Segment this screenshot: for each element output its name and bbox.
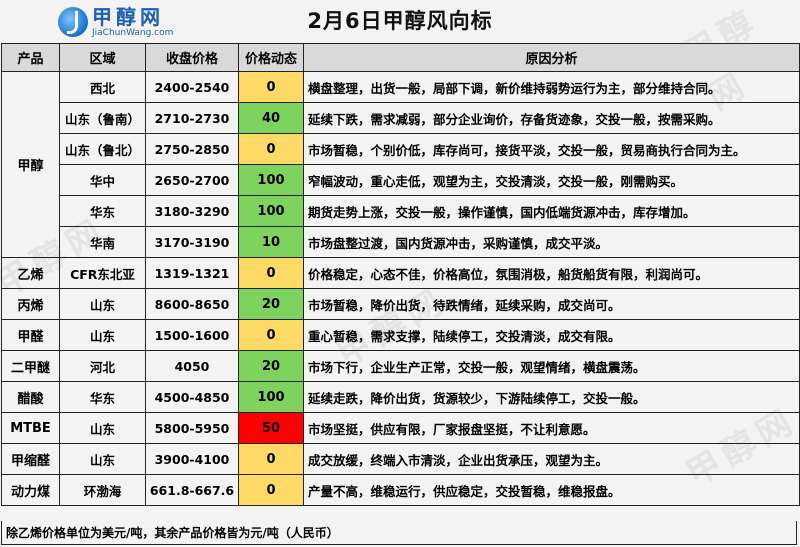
reason-cell: 价格稳定，心态不佳，价格高位，氛围消极，船货船货有限，利润尚可。 <box>303 257 800 289</box>
reason-cell: 市场坚挺，供应有限，厂家报盘坚挺，不让利意愿。 <box>303 412 800 444</box>
table-row: 丙烯 山东 8600-8650 20 市场暂稳，降价出货，待跌情绪，延续采购，成交尚可。 <box>1 288 800 320</box>
price-cell: 3900-4100 <box>145 443 239 475</box>
page-title: 2月6日甲醇风向标 <box>307 9 493 33</box>
table-row: 甲醇 西北 2400-2540 0 横盘整理，出货一般，局部下调，新价维持弱势运行为主，… <box>1 71 800 258</box>
region-cell: CFR东北亚 <box>59 257 146 289</box>
table-row: 甲醛 山东 1500-1600 0 重心暂稳，需求支撑，陆续停工，交投清淡，成交有限。 <box>1 319 800 351</box>
header-region: 区域 <box>59 43 146 72</box>
change-cell: 50 <box>238 412 304 444</box>
product-cell: 动力煤 <box>1 474 60 506</box>
table-row: 山东（鲁南） 2710-2730 40 延续下跌，需求减弱，部分企业询价，存备货迹象，… <box>2 102 800 134</box>
product-cell: 甲醛 <box>1 319 60 351</box>
price-cell: 2750-2850 <box>145 133 239 165</box>
table-row: 甲缩醛 山东 3900-4100 0 成交放缓，终端入市清淡，企业出货承压，观望为主。 <box>1 443 800 475</box>
change-cell: 100 <box>238 381 304 413</box>
region-cell: 山东 <box>59 443 146 475</box>
table-row: 华中 2650-2700 100 窄幅波动，重心走低，观望为主，交投清淡，交投一般，刚… <box>2 164 800 196</box>
price-cell: 1319-1321 <box>145 257 239 289</box>
product-cell: 丙烯 <box>1 288 60 320</box>
reason-cell: 成交放缓，终端入市清淡，企业出货承压，观望为主。 <box>303 443 800 475</box>
region-cell: 山东 <box>59 412 146 444</box>
region-cell: 山东（鲁北） <box>59 133 146 165</box>
change-cell: 0 <box>238 319 304 351</box>
region-cell: 华中 <box>59 164 146 196</box>
price-cell: 8600-8650 <box>145 288 239 320</box>
change-cell: 100 <box>238 195 304 227</box>
product-cell: 二甲醚 <box>1 350 60 382</box>
change-cell: 20 <box>238 350 304 382</box>
header-product: 产品 <box>1 43 60 72</box>
price-cell: 5800-5950 <box>145 412 239 444</box>
footer-note: 除乙烯价格单位为美元/吨，其余产品价格皆为元/吨（人民币） <box>1 521 797 545</box>
price-cell: 661.8-667.6 <box>145 474 239 506</box>
region-cell: 山东 <box>59 288 146 320</box>
table-row: 动力煤 环渤海 661.8-667.6 0 产量不高，维稳运行，供应稳定，交投暂稳，维稳… <box>1 474 800 506</box>
region-cell: 华南 <box>59 226 146 258</box>
price-cell: 3180-3290 <box>145 195 239 227</box>
price-cell: 2400-2540 <box>145 71 239 103</box>
reason-cell: 市场下行，企业生产正常，交投一般，观望情绪，横盘震荡。 <box>303 350 800 382</box>
table-row: 二甲醚 河北 4050 20 市场下行，企业生产正常，交投一般，观望情绪，横盘震荡。 <box>1 350 800 382</box>
region-cell: 华东 <box>59 195 146 227</box>
table-row: MTBE 山东 5800-5950 50 市场坚挺，供应有限，厂家报盘坚挺，不让利意愿。 <box>1 412 800 444</box>
header-change: 价格动态 <box>238 43 304 72</box>
region-cell: 西北 <box>59 71 146 103</box>
header-price: 收盘价格 <box>145 43 239 72</box>
table-body: 甲醇 西北 2400-2540 0 横盘整理，出货一般，局部下调，新价维持弱势运行为主，… <box>1 71 800 506</box>
product-cell: 乙烯 <box>1 257 60 289</box>
header-reason: 原因分析 <box>303 43 800 72</box>
price-cell: 2710-2730 <box>145 102 239 134</box>
table-row: 山东（鲁北） 2750-2850 0 市场暂稳，个别价低，库存尚可，接货平淡，交投一般… <box>2 133 800 165</box>
change-cell: 10 <box>238 226 304 258</box>
change-cell: 40 <box>238 102 304 134</box>
reason-cell: 期货走势上涨，交投一般，操作谨慎，国内低端货源冲击，库存增加。 <box>303 195 800 227</box>
change-cell: 0 <box>238 474 304 506</box>
reason-cell: 窄幅波动，重心走低，观望为主，交投清淡，交投一般，刚需购买。 <box>303 164 800 196</box>
price-cell: 2650-2700 <box>145 164 239 196</box>
table-row: 乙烯 CFR东北亚 1319-1321 0 价格稳定，心态不佳，价格高位，氛围消极，船货… <box>1 257 800 289</box>
product-cell: 醋酸 <box>1 381 60 413</box>
table-row: 华南 3170-3190 10 市场盘整过渡，国内货源冲击，采购谨慎，成交平淡。 <box>2 226 800 258</box>
change-cell: 0 <box>238 257 304 289</box>
table-header-row: 产品 区域 收盘价格 价格动态 原因分析 <box>1 43 800 72</box>
table-row: 华东 3180-3290 100 期货走势上涨，交投一般，操作谨慎，国内低端货源冲击，… <box>2 195 800 227</box>
product-cell: MTBE <box>1 412 60 444</box>
change-cell: 100 <box>238 164 304 196</box>
reason-cell: 产量不高，维稳运行，供应稳定，交投暂稳，维稳报盘。 <box>303 474 800 506</box>
change-cell: 0 <box>238 133 304 165</box>
product-cell: 甲缩醛 <box>1 443 60 475</box>
change-cell: 20 <box>238 288 304 320</box>
price-cell: 4500-4850 <box>145 381 239 413</box>
price-cell: 3170-3190 <box>145 226 239 258</box>
reason-cell: 市场盘整过渡，国内货源冲击，采购谨慎，成交平淡。 <box>303 226 800 258</box>
table-row: 醋酸 华东 4500-4850 100 延续走跌，降价出货，货源较少，下游陆续停工，交投… <box>1 381 800 413</box>
reason-cell: 延续下跌，需求减弱，部分企业询价，存备货迹象，交投一般，按需采购。 <box>303 102 800 134</box>
region-cell: 山东 <box>59 319 146 351</box>
region-cell: 环渤海 <box>59 474 146 506</box>
region-cell: 河北 <box>59 350 146 382</box>
price-cell: 1500-1600 <box>145 319 239 351</box>
reason-cell: 重心暂稳，需求支撑，陆续停工，交投清淡，成交有限。 <box>303 319 800 351</box>
change-cell: 0 <box>238 443 304 475</box>
region-cell: 华东 <box>59 381 146 413</box>
reason-cell: 延续走跌，降价出货，货源较少，下游陆续停工，交投一般。 <box>303 381 800 413</box>
reason-cell: 市场暂稳，降价出货，待跌情绪，延续采购，成交尚可。 <box>303 288 800 320</box>
reason-cell: 市场暂稳，个别价低，库存尚可，接货平淡，交投一般，贸易商执行合同为主。 <box>303 133 800 165</box>
change-cell: 0 <box>238 71 304 103</box>
price-table: 产品 区域 收盘价格 价格动态 原因分析 甲醇 西北 2400-2540 0 横盘整理，… <box>1 43 800 506</box>
region-cell: 山东（鲁南） <box>59 102 146 134</box>
product-cell: 甲醇 <box>1 71 60 258</box>
price-cell: 4050 <box>145 350 239 382</box>
reason-cell: 横盘整理，出货一般，局部下调，新价维持弱势运行为主，部分维持合同。 <box>303 71 800 103</box>
